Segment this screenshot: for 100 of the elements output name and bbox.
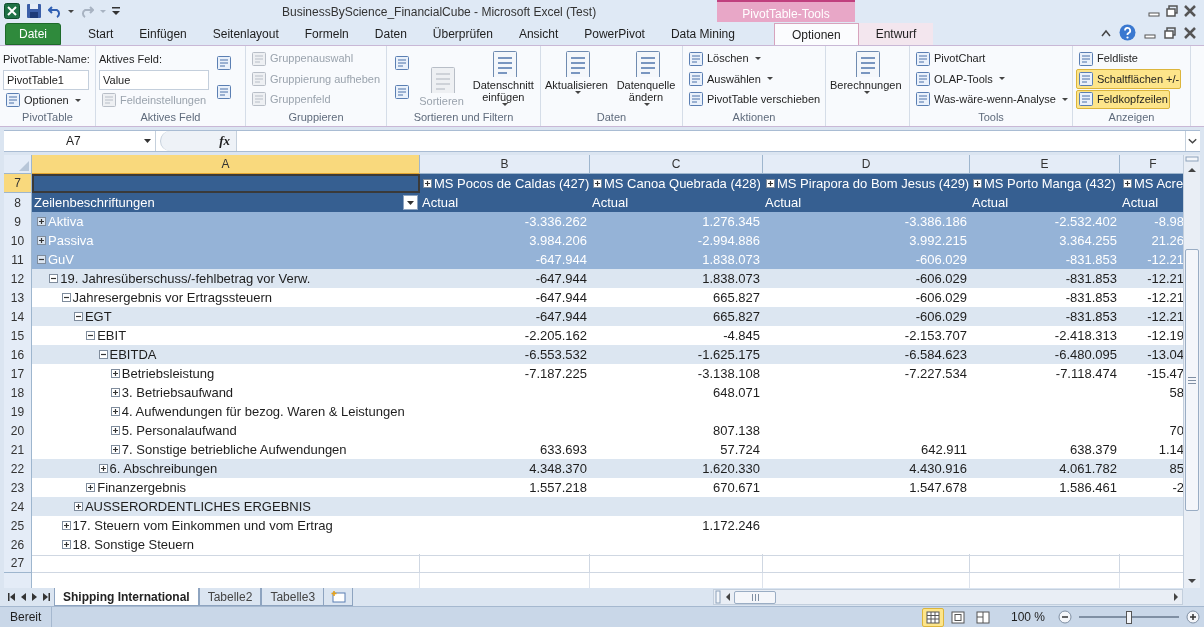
undo-icon[interactable] (48, 4, 62, 18)
row-header[interactable]: 22 (4, 459, 32, 480)
scroll-thumb[interactable] (1185, 249, 1199, 511)
last-sheet-icon[interactable] (43, 593, 50, 601)
app-icon[interactable] (4, 3, 20, 19)
expand-icon[interactable] (98, 464, 108, 474)
row-header[interactable]: 18 (4, 383, 32, 404)
row-header[interactable]: 7 (4, 174, 32, 193)
row-header[interactable]: 14 (4, 307, 32, 328)
large-ribbon-button[interactable]: Datenschnitt einfügen (470, 49, 537, 106)
zoom-out-icon[interactable] (1058, 610, 1072, 624)
sheet-tab[interactable]: Shipping International (54, 588, 199, 606)
collapse-icon[interactable] (98, 350, 108, 360)
ribbon-tab[interactable]: Formeln (291, 23, 362, 45)
insert-function-button[interactable]: fx (219, 131, 230, 151)
row-header[interactable]: 21 (4, 440, 32, 461)
input-field[interactable]: Value (99, 70, 209, 90)
ribbon-button[interactable]: Was-wäre-wenn-Analyse (913, 89, 1069, 109)
slider-thumb[interactable] (1126, 610, 1132, 624)
selected-cell[interactable] (32, 174, 420, 193)
scroll-thumb[interactable] (734, 590, 776, 604)
expand-icon[interactable] (110, 426, 120, 436)
ribbon-tab[interactable]: PowerPivot (571, 23, 658, 45)
row-header[interactable]: 20 (4, 421, 32, 442)
expand-icon[interactable] (423, 179, 432, 188)
collapse-icon[interactable] (73, 312, 83, 322)
row-header[interactable]: 17 (4, 364, 32, 385)
row-header[interactable]: 13 (4, 288, 32, 309)
row-header[interactable]: 26 (4, 535, 32, 556)
row-header[interactable]: 19 (4, 402, 32, 423)
ribbon-tab[interactable]: Datei (5, 23, 61, 45)
toggle-button[interactable]: Schaltflächen +/- (1076, 69, 1182, 89)
row-header[interactable]: 24 (4, 497, 32, 518)
large-ribbon-button[interactable]: Datenquelle ändern (613, 49, 679, 106)
expand-icon[interactable] (110, 369, 120, 379)
ribbon-tab[interactable]: Entwurf (858, 23, 934, 45)
customize-icon[interactable] (112, 6, 120, 16)
ribbon-tab[interactable]: Einfügen (126, 23, 200, 45)
column-header[interactable]: A (32, 155, 420, 174)
ribbon-tab[interactable]: Ansicht (505, 23, 572, 45)
restore-icon[interactable] (1166, 5, 1178, 17)
split-handle-icon[interactable] (714, 590, 722, 604)
split-handle-icon[interactable] (1184, 155, 1200, 163)
name-box[interactable]: A7 (4, 131, 156, 151)
expand-icon[interactable] (61, 540, 71, 550)
collapse-ribbon-icon[interactable] (1101, 28, 1111, 37)
expand-icon[interactable] (1123, 179, 1132, 188)
row-header[interactable]: 8 (4, 193, 32, 214)
column-header[interactable]: E (970, 155, 1120, 174)
toggle-button[interactable]: Feldkopfzeilen (1076, 89, 1170, 109)
column-header[interactable]: B (420, 155, 590, 174)
expand-icon[interactable] (766, 179, 775, 188)
previous-sheet-icon[interactable] (21, 593, 26, 601)
ribbon-tab[interactable]: Data Mining (657, 23, 748, 45)
column-header[interactable]: F (1120, 155, 1183, 174)
column-header[interactable]: D (763, 155, 970, 174)
ribbon-button[interactable]: OLAP-Tools (913, 69, 1007, 89)
zoom-in-icon[interactable] (1186, 610, 1200, 624)
row-header[interactable]: 15 (4, 326, 32, 347)
ribbon-button[interactable]: Löschen (686, 49, 763, 69)
caret-icon[interactable] (144, 139, 151, 143)
filter-dropdown-button[interactable] (403, 195, 418, 211)
close-icon[interactable] (1184, 26, 1196, 39)
horizontal-scrollbar[interactable] (713, 589, 1183, 605)
collapse-icon[interactable] (86, 331, 96, 341)
restore-icon[interactable] (1164, 26, 1176, 39)
collapse-icon[interactable] (49, 274, 59, 284)
row-header[interactable]: 25 (4, 516, 32, 537)
expand-icon[interactable] (110, 388, 120, 398)
vertical-scrollbar[interactable] (1183, 155, 1200, 588)
first-sheet-icon[interactable] (8, 593, 15, 601)
column-header[interactable]: C (590, 155, 763, 174)
collapse-icon[interactable] (61, 293, 71, 303)
toggle-button[interactable]: Feldliste (1076, 49, 1140, 69)
ribbon-tab[interactable]: Daten (361, 23, 420, 45)
expand-icon[interactable] (73, 502, 83, 512)
save-icon[interactable] (26, 3, 42, 19)
expand-icon[interactable] (110, 445, 120, 455)
expand-icon[interactable] (973, 179, 982, 188)
normal-view-button[interactable] (921, 607, 944, 627)
expand-icon[interactable] (86, 483, 96, 493)
next-sheet-icon[interactable] (32, 593, 37, 601)
ribbon-button[interactable]: PivotTable verschieben (686, 89, 822, 109)
expand-icon[interactable] (61, 521, 71, 531)
row-header[interactable]: 27 (4, 554, 32, 573)
input-field[interactable]: PivotTable1 (3, 70, 89, 90)
expand-icon[interactable] (593, 179, 602, 188)
expand-icon[interactable] (110, 407, 120, 417)
ribbon-button[interactable]: PivotChart (913, 49, 988, 69)
sheet-tab[interactable]: Tabelle3 (261, 588, 325, 606)
sheet-tab[interactable]: Tabelle2 (198, 588, 262, 606)
row-header[interactable]: 16 (4, 345, 32, 366)
ribbon-tab[interactable]: Seitenlayout (199, 23, 292, 45)
help-icon[interactable] (1119, 24, 1136, 41)
large-ribbon-button[interactable]: Berechnungen (829, 49, 903, 94)
zoom-slider[interactable] (1079, 610, 1179, 624)
ribbon-tab[interactable]: Optionen (773, 23, 859, 45)
ribbon-tab[interactable]: Überprüfen (419, 23, 506, 45)
row-header[interactable]: 10 (4, 231, 32, 252)
large-ribbon-button[interactable]: Aktualisieren (544, 49, 609, 94)
